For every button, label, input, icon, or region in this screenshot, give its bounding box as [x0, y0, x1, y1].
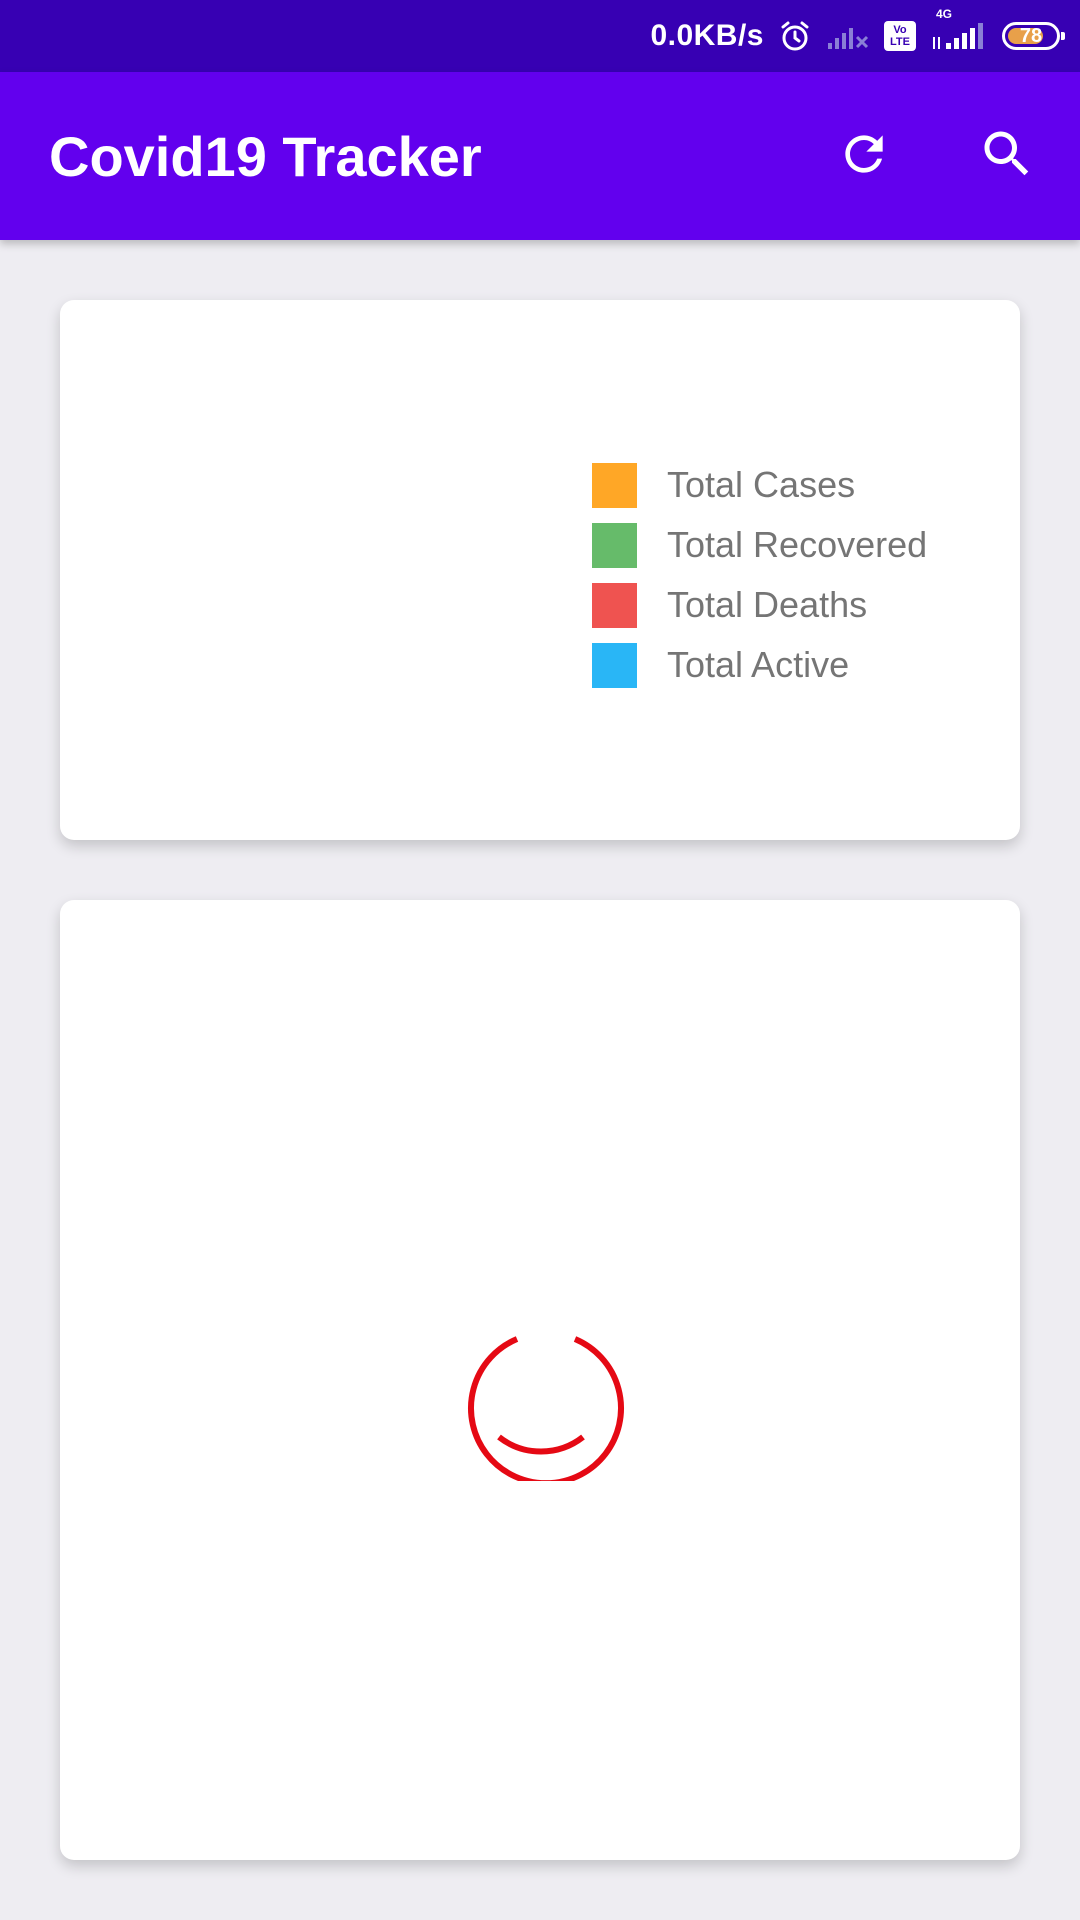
app-bar: Covid19 Tracker	[0, 72, 1080, 240]
legend-item-total-deaths: Total Deaths	[592, 575, 927, 635]
legend-label: Total Cases	[667, 464, 856, 505]
battery-level: 78	[1019, 24, 1043, 47]
battery-icon: 78	[1002, 22, 1065, 50]
refresh-button[interactable]	[820, 112, 908, 200]
legend-swatch	[592, 642, 637, 688]
search-icon	[977, 124, 1037, 189]
legend-label: Total Recovered	[667, 524, 928, 565]
status-icons: 0.0KB/s Vo LTE 4G 78	[650, 0, 1065, 72]
signal-no-service-icon	[826, 21, 870, 51]
legend-swatch	[592, 462, 637, 508]
summary-chart-card: Total Cases Total Recovered Total Deaths…	[60, 300, 1020, 840]
search-button[interactable]	[963, 112, 1051, 200]
progress-spinner-icon	[451, 1301, 631, 1487]
legend-item-total-cases: Total Cases	[592, 455, 927, 515]
app-title: Covid19 Tracker	[49, 125, 482, 188]
network-speed: 0.0KB/s	[650, 19, 764, 52]
refresh-icon	[836, 126, 892, 187]
legend-swatch	[592, 582, 637, 628]
volte-label: Vo LTE	[890, 24, 910, 48]
status-bar: 0.0KB/s Vo LTE 4G 78	[0, 0, 1080, 72]
chart-legend: Total Cases Total Recovered Total Deaths…	[592, 455, 927, 695]
volte-icon: Vo LTE	[884, 21, 916, 51]
alarm-icon	[778, 19, 812, 53]
legend-item-total-recovered: Total Recovered	[592, 515, 927, 575]
legend-item-total-active: Total Active	[592, 635, 927, 695]
legend-label: Total Deaths	[667, 584, 868, 625]
battery-tip	[1061, 32, 1065, 40]
details-card	[60, 900, 1020, 1860]
signal-4g-icon: 4G	[930, 7, 988, 51]
legend-swatch	[592, 522, 637, 568]
network-type-label: 4G	[936, 7, 953, 21]
legend-label: Total Active	[667, 644, 850, 685]
